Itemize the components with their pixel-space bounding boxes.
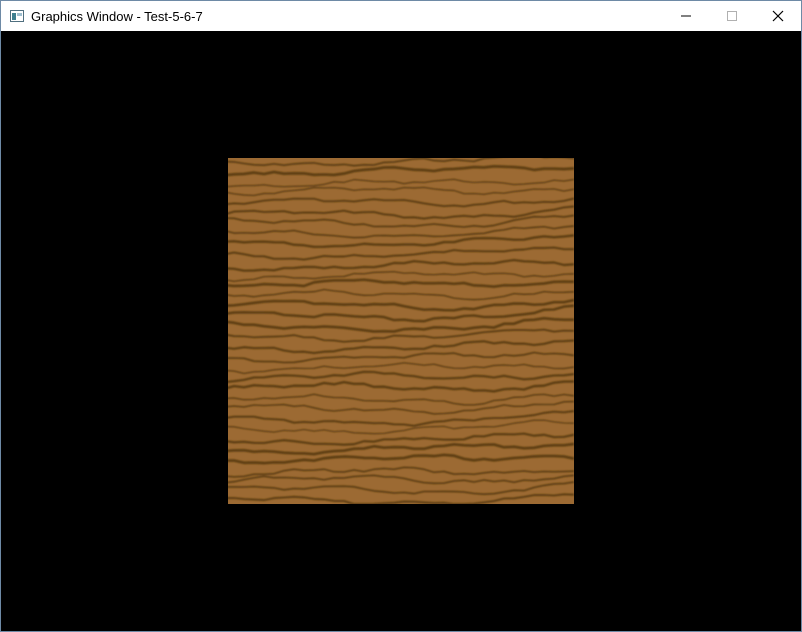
wood-texture-quad xyxy=(223,153,575,506)
minimize-button[interactable] xyxy=(663,1,709,31)
wood-grain-texture xyxy=(223,153,575,506)
close-icon xyxy=(772,10,784,22)
render-viewport[interactable] xyxy=(1,31,801,631)
graphics-window: Graphics Window - Test-5-6-7 xyxy=(0,0,802,632)
maximize-icon xyxy=(727,11,737,21)
app-window-icon xyxy=(9,8,25,24)
window-title: Graphics Window - Test-5-6-7 xyxy=(31,8,203,24)
maximize-button[interactable] xyxy=(709,1,755,31)
window-controls xyxy=(663,1,801,31)
close-button[interactable] xyxy=(755,1,801,31)
title-bar[interactable]: Graphics Window - Test-5-6-7 xyxy=(1,1,801,31)
minimize-icon xyxy=(681,15,691,17)
